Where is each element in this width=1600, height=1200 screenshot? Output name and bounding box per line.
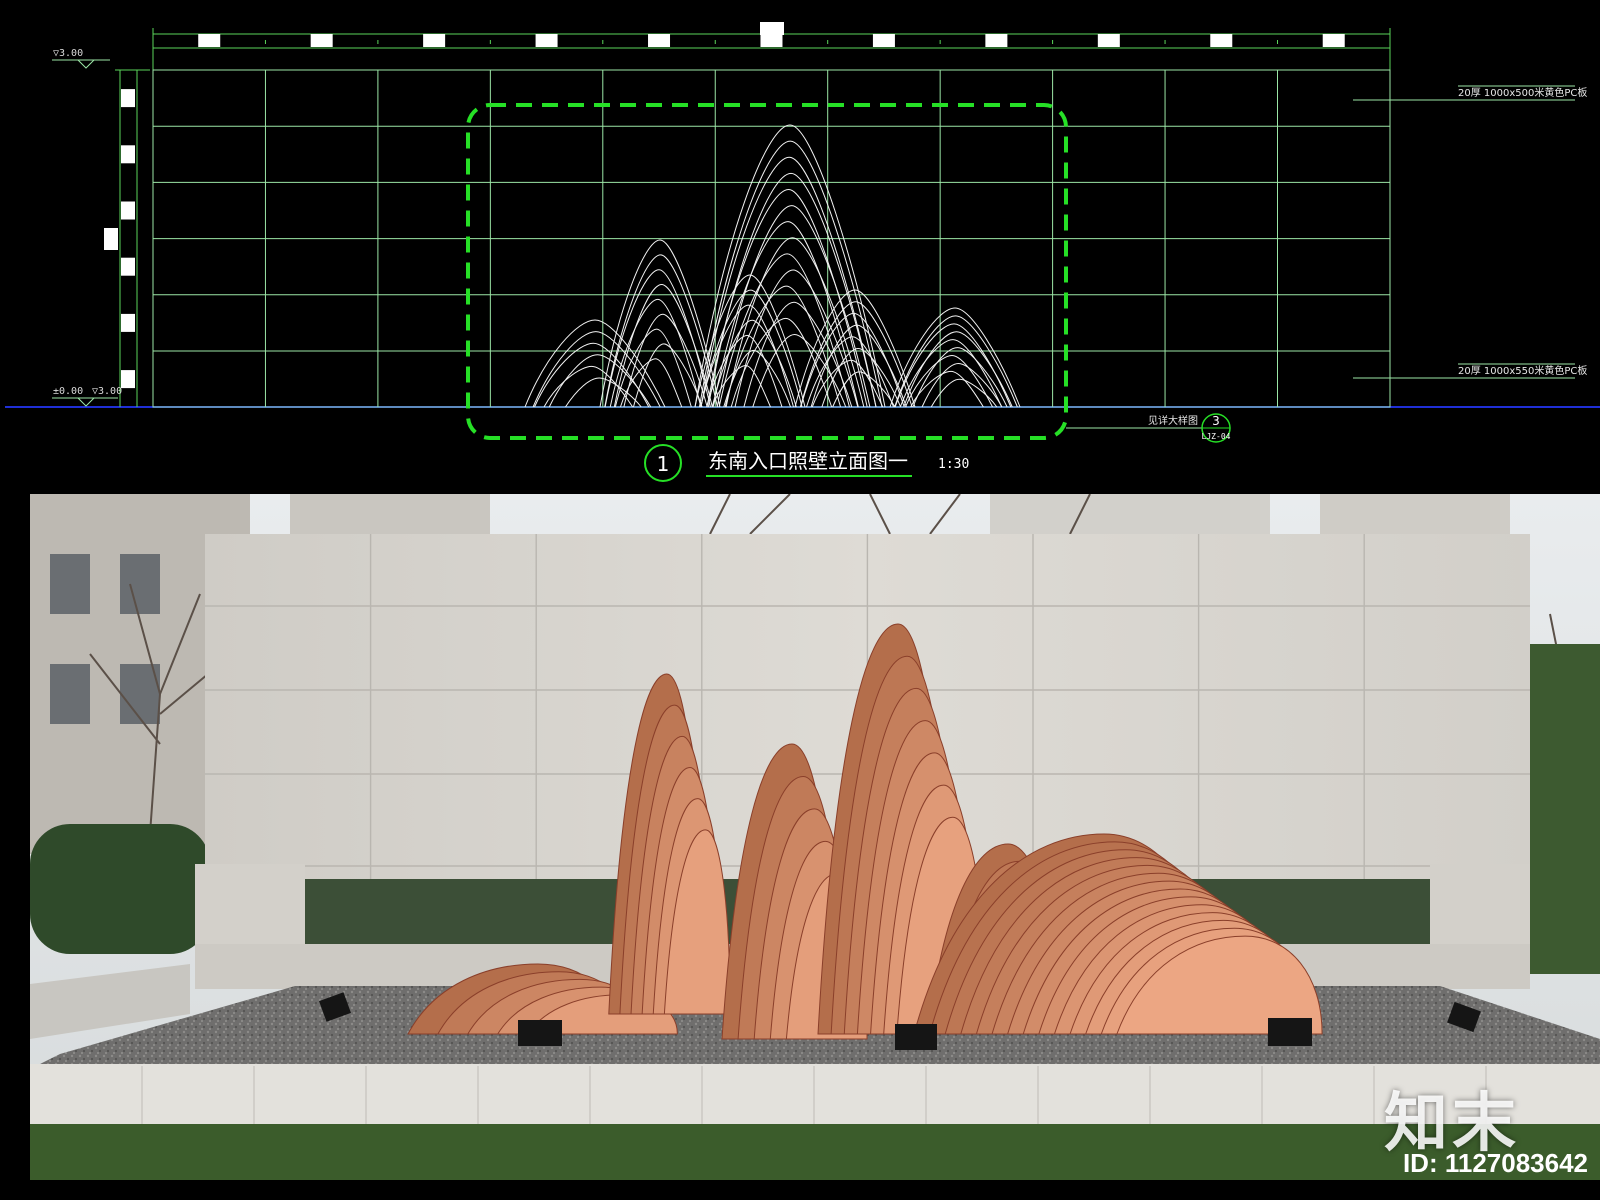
dimension-label-box [423, 34, 446, 47]
dimension-label-box [121, 201, 135, 220]
material-note-top-text: 20厚 1000x500米黄色PC板 [1458, 86, 1587, 99]
dimension-label-box [1097, 34, 1120, 47]
dimension-label-box [121, 89, 135, 108]
drawing-title: 东南入口照壁立面图一 [708, 449, 908, 473]
drawing-title-number: 1 [657, 452, 670, 476]
dimension-label-box [872, 34, 895, 47]
dimension-label-box [985, 34, 1008, 47]
dimension-label-box [648, 34, 671, 47]
dimension-label-box [1210, 34, 1233, 47]
detail-reference-text: 见详大样图 [1148, 414, 1198, 427]
detail-reference-number: 3 [1212, 414, 1220, 428]
wall-leg-right [1430, 864, 1530, 954]
dimension-label-box [535, 34, 558, 47]
lawn-bottom [30, 1124, 1600, 1180]
shrubs-left [30, 824, 210, 954]
dimension-label-box [121, 145, 135, 164]
dimension-label-box [121, 313, 135, 332]
dimension-label-box [104, 228, 118, 250]
dimension-label-box [1322, 34, 1345, 47]
material-note-bottom-text: 20厚 1000x550米黄色PC板 [1458, 364, 1587, 377]
wall-leg-left [195, 864, 305, 954]
level-top-text: ▽3.00 [53, 48, 83, 59]
planter-curb [30, 1064, 1600, 1124]
detail-reference-sheet: LJZ-04 [1202, 432, 1231, 441]
level-base-text: ±0.00 [53, 386, 83, 397]
dimension-label-box [121, 370, 135, 389]
dimension-label-box [310, 34, 333, 47]
site-photograph [30, 494, 1600, 1180]
dimension-label-box [198, 34, 221, 47]
drawing-scale: 1:30 [938, 457, 969, 472]
dimension-label-box [121, 257, 135, 276]
level-base-alt-text: ▽3.00 [92, 386, 122, 397]
cad-elevation-drawing: ▽3.00 ±0.00 ▽3.00 20厚 1000x500米黄色PC板 20厚… [0, 0, 1600, 490]
dimension-label-box [760, 22, 784, 35]
image-id-label: ID: 1127083642 [1402, 1148, 1588, 1178]
dimension-label-box [760, 34, 783, 47]
